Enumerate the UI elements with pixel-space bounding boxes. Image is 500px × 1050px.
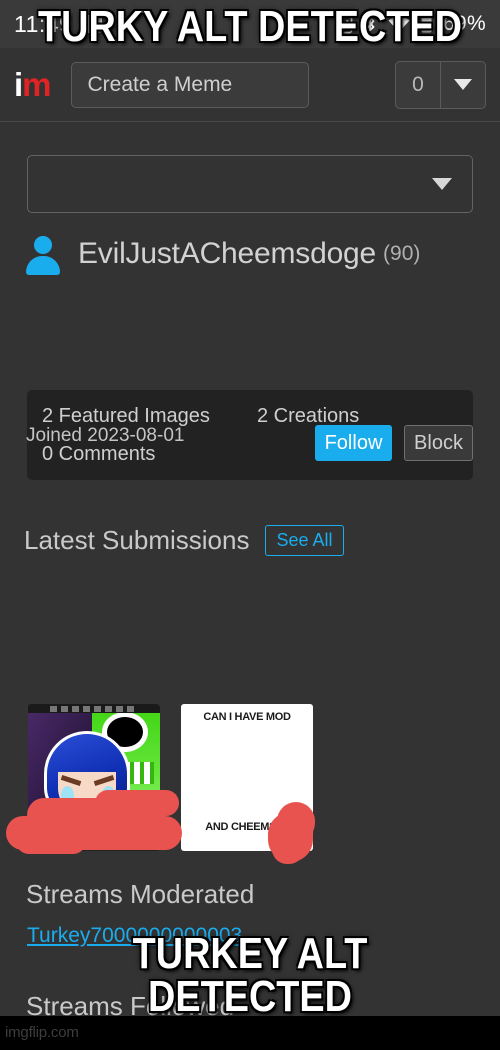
follow-button-label: Follow bbox=[324, 431, 383, 454]
imgflip-logo[interactable]: im bbox=[14, 66, 52, 103]
avatar bbox=[24, 235, 62, 275]
latest-submissions-title: Latest Submissions bbox=[24, 525, 250, 555]
wifi-icon bbox=[387, 15, 411, 34]
imgflip-watermark: imgflip.com bbox=[5, 1024, 79, 1041]
nfc-icon bbox=[334, 15, 353, 34]
logo-letter-m: m bbox=[22, 66, 51, 103]
character-mouth-shape bbox=[76, 800, 102, 818]
submission-thumbnail[interactable]: CAN I HAVE MOD AND CHEEMS IS bbox=[181, 704, 313, 851]
bluetooth-icon bbox=[362, 14, 378, 34]
profile-page-content: EvilJustACheemsdoge (90) 2 Featured Imag… bbox=[0, 122, 500, 1016]
thumbnail-bottom-caption: AND CHEEMS IS bbox=[205, 821, 289, 834]
account-menu-button[interactable] bbox=[441, 62, 485, 108]
profile-username: EvilJustACheemsdoge bbox=[78, 237, 377, 270]
thumbnail-top-caption: CAN I HAVE MOD bbox=[203, 711, 291, 724]
block-button-label: Block bbox=[414, 431, 463, 454]
latest-submissions-header: Latest Submissions See All bbox=[24, 525, 344, 556]
stream-link-moderated[interactable]: Turkey7000000000003 bbox=[27, 924, 242, 948]
status-icons-group: 69% bbox=[334, 12, 486, 36]
submission-thumbnail[interactable] bbox=[28, 704, 160, 851]
streams-followed-title: Streams Followed bbox=[26, 991, 235, 1016]
create-meme-label: Create a Meme bbox=[87, 72, 233, 96]
notification-counter-group[interactable]: 0 bbox=[395, 60, 486, 109]
android-status-bar: 11:49 69% bbox=[0, 0, 500, 48]
avatar-head-shape bbox=[34, 236, 52, 254]
block-button[interactable]: Block bbox=[404, 425, 473, 461]
notification-icon bbox=[84, 14, 104, 34]
follow-button[interactable]: Follow bbox=[315, 425, 392, 461]
logo-letter-i: i bbox=[14, 66, 23, 103]
imgflip-app-screen: 11:49 69% im Create a Meme 0 EvilJustACh… bbox=[0, 0, 500, 1016]
notification-count[interactable]: 0 bbox=[396, 61, 441, 108]
see-all-button[interactable]: See All bbox=[265, 525, 344, 556]
chevron-down-icon bbox=[432, 178, 452, 190]
battery-icon bbox=[420, 14, 433, 34]
thumbnail-caption-bar bbox=[28, 704, 160, 713]
app-header-bar: im Create a Meme 0 bbox=[0, 48, 500, 122]
streams-moderated-title: Streams Moderated bbox=[26, 879, 255, 909]
chevron-down-icon bbox=[454, 79, 472, 90]
create-meme-button[interactable]: Create a Meme bbox=[70, 61, 309, 108]
stream-select-dropdown[interactable] bbox=[27, 155, 473, 213]
screenshot-root: 11:49 69% im Create a Meme 0 EvilJustACh… bbox=[0, 0, 500, 1050]
profile-score: (90) bbox=[383, 242, 421, 265]
profile-joined-date: Joined 2023-08-01 bbox=[26, 425, 185, 446]
status-clock: 11:49 bbox=[14, 10, 73, 37]
profile-user-row: EvilJustACheemsdoge (90) bbox=[24, 235, 421, 275]
character-tear-left bbox=[61, 786, 74, 806]
battery-percent-label: 69% bbox=[443, 12, 486, 35]
imgflip-footer-bar: imgflip.com bbox=[0, 1016, 500, 1050]
submission-thumbnail-list: CAN I HAVE MOD AND CHEEMS IS bbox=[28, 704, 313, 851]
avatar-body-shape bbox=[26, 256, 60, 275]
character-tear-right bbox=[102, 786, 115, 806]
